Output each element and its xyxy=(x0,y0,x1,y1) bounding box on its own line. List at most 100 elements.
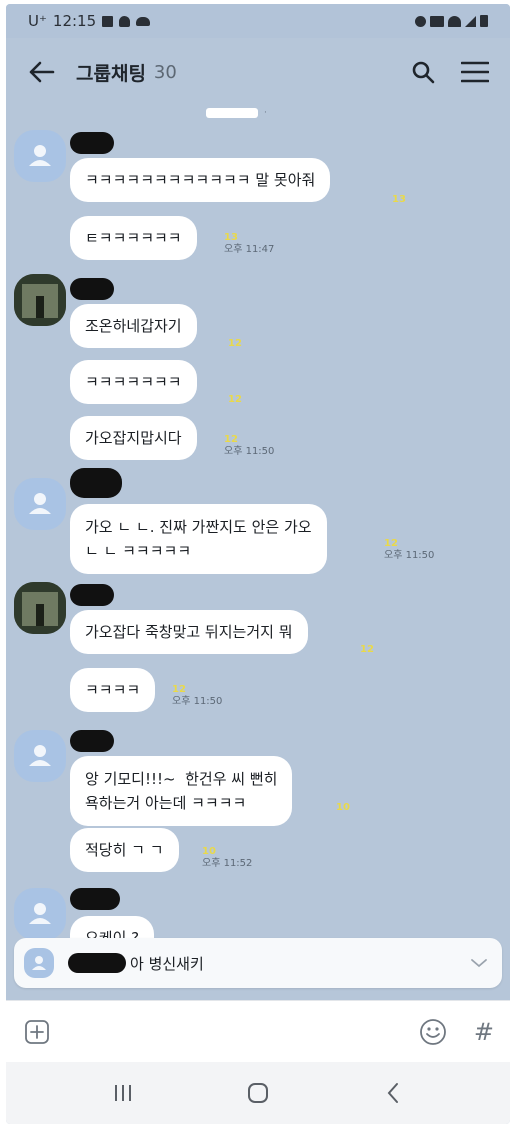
default-profile-icon xyxy=(29,145,51,166)
message-text: 가오잡다 죽창맞고 뒤지는거지 뭐 xyxy=(85,623,293,641)
hash-search-button[interactable]: # xyxy=(474,1018,494,1046)
message-text: ㅌㅋㅋㅋㅋㅋㅋ xyxy=(85,229,182,247)
phone-screen: U⁺ 12:15 그룹채팅 30 · ㅋㅋㅋㅋㅋㅋㅋㅋㅋㅋㅋㅋ 말 못아줘 13… xyxy=(6,4,510,1124)
message-bubble[interactable]: ㅋㅋㅋㅋㅋㅋㅋㅋㅋㅋㅋㅋ 말 못아줘 xyxy=(70,158,331,202)
add-attachment-button[interactable] xyxy=(22,1017,52,1047)
back-button[interactable] xyxy=(24,54,60,90)
recent-apps-button[interactable] xyxy=(103,1073,143,1113)
partial-bubble xyxy=(206,108,258,118)
header-actions xyxy=(406,55,492,89)
message-meta: 12 오후 11:50 xyxy=(224,434,274,458)
message-bubble[interactable]: ㅋㅋㅋㅋㅋㅋㅋ xyxy=(70,360,197,404)
message-bubble[interactable]: 가오 ㄴ ㄴ. 진짜 가짠지도 안은 가오 ㄴ ㄴ ㅋㅋㅋㅋㅋ xyxy=(70,504,327,574)
input-actions: # xyxy=(418,1017,494,1047)
avatar-photo[interactable] xyxy=(14,582,66,634)
chat-header: 그룹채팅 30 xyxy=(6,38,510,106)
message-bubble[interactable]: 가오잡지맙시다 xyxy=(70,416,197,460)
recent-apps-icon xyxy=(115,1085,132,1101)
mention-avatar xyxy=(24,948,54,978)
message-meta: 10 xyxy=(336,802,350,814)
sender-name-redacted xyxy=(70,468,122,498)
mention-sender-redacted xyxy=(68,953,126,973)
arrow-left-icon xyxy=(29,61,55,83)
emoji-button[interactable] xyxy=(418,1017,448,1047)
unread-count: 10 xyxy=(336,802,350,813)
message-meta: 13 오후 11:47 xyxy=(224,232,274,256)
chevron-down-icon xyxy=(471,959,487,968)
message-text: 적당히 ㄱ ㄱ xyxy=(85,841,164,859)
sender-name-redacted xyxy=(70,584,114,606)
mention-notification[interactable]: 아 병신새키 xyxy=(14,938,502,988)
home-button[interactable] xyxy=(238,1073,278,1113)
message-meta: 12 xyxy=(360,644,374,656)
status-bar: U⁺ 12:15 xyxy=(6,4,510,38)
search-icon xyxy=(412,61,435,84)
message-text: 조온하네갑자기 xyxy=(85,317,182,335)
mention-text: 아 병신새키 xyxy=(130,954,204,973)
avatar[interactable] xyxy=(14,478,66,530)
message-text: 가오 ㄴ ㄴ. 진짜 가짠지도 안은 가오 ㄴ ㄴ ㅋㅋㅋㅋㅋ xyxy=(85,518,312,560)
default-profile-icon xyxy=(29,745,51,766)
message-text: ㅋㅋㅋㅋㅋㅋㅋㅋㅋㅋㅋㅋ 말 못아줘 xyxy=(85,171,316,189)
message-meta: 12 xyxy=(228,394,242,406)
message-meta: 13 xyxy=(392,194,406,206)
gallery-icon xyxy=(102,15,114,27)
unread-count: 12 xyxy=(228,394,242,405)
message-text: 앙 기모디!!!~ 한건우 씨 뻔히 욕하는거 아는데 ㅋㅋㅋㅋ xyxy=(85,770,278,812)
message-bubble[interactable]: ㅋㅋㅋㅋ xyxy=(70,668,156,712)
partial-time-icon: · xyxy=(264,108,267,118)
member-count: 30 xyxy=(153,61,177,83)
avatar[interactable] xyxy=(14,730,66,782)
message-meta: 12 오후 11:50 xyxy=(384,538,434,562)
message-text: ㅋㅋㅋㅋㅋㅋㅋ xyxy=(85,373,182,391)
default-profile-icon xyxy=(32,956,46,970)
chevron-left-icon xyxy=(387,1083,398,1103)
chat-area[interactable]: · ㅋㅋㅋㅋㅋㅋㅋㅋㅋㅋㅋㅋ 말 못아줘 13 ㅌㅋㅋㅋㅋㅋㅋ 13 오후 11… xyxy=(6,106,510,1004)
message-bubble[interactable]: 가오잡다 죽창맞고 뒤지는거지 뭐 xyxy=(70,610,308,654)
system-back-button[interactable] xyxy=(373,1073,413,1113)
unread-count: 12 xyxy=(228,338,242,349)
message-bubble[interactable]: 조온하네갑자기 xyxy=(70,304,197,348)
signal-icon xyxy=(465,15,476,27)
status-left: U⁺ 12:15 xyxy=(28,12,151,30)
sender-name-redacted xyxy=(70,730,114,752)
message-meta: 10 오후 11:52 xyxy=(202,846,252,870)
smiley-icon xyxy=(419,1018,446,1045)
expand-button[interactable] xyxy=(466,950,492,976)
avatar-photo[interactable] xyxy=(14,274,66,326)
unread-count: 12 xyxy=(224,434,238,445)
menu-button[interactable] xyxy=(458,55,492,89)
message-time: 오후 11:47 xyxy=(224,244,275,255)
status-right xyxy=(415,15,488,27)
profile-photo-icon xyxy=(14,582,66,634)
sender-name-redacted xyxy=(70,278,114,300)
cloud-icon xyxy=(136,16,151,26)
unread-count: 12 xyxy=(172,684,186,695)
default-profile-icon xyxy=(29,493,51,514)
hamburger-icon xyxy=(461,61,489,83)
message-bubble[interactable]: ㅌㅋㅋㅋㅋㅋㅋ xyxy=(70,216,197,260)
message-bubble[interactable]: 앙 기모디!!!~ 한건우 씨 뻔히 욕하는거 아는데 ㅋㅋㅋㅋ xyxy=(70,756,293,826)
unread-count: 12 xyxy=(384,538,398,549)
message-time: 오후 11:52 xyxy=(202,858,253,869)
message-time: 오후 11:50 xyxy=(224,446,275,457)
message-bubble[interactable]: 적당히 ㄱ ㄱ xyxy=(70,828,179,872)
sender-name-redacted xyxy=(70,888,120,910)
message-text: ㅋㅋㅋㅋ xyxy=(85,681,141,699)
chat-title: 그룹채팅 xyxy=(76,62,146,85)
message-time: 오후 11:50 xyxy=(172,696,223,707)
avatar[interactable] xyxy=(14,888,66,940)
alarm-icon xyxy=(415,15,426,27)
avatar[interactable] xyxy=(14,130,66,182)
search-button[interactable] xyxy=(406,55,440,89)
message-text: 가오잡지맙시다 xyxy=(85,429,182,447)
status-time: 12:15 xyxy=(52,12,97,30)
message-time: 오후 11:50 xyxy=(384,550,435,561)
partial-message: · xyxy=(206,106,336,120)
unread-count: 13 xyxy=(224,232,238,243)
message-input-bar: # xyxy=(6,1000,510,1062)
battery-icon xyxy=(480,15,488,27)
download-icon xyxy=(119,15,131,27)
plus-square-icon xyxy=(25,1019,49,1044)
message-meta: 12 xyxy=(228,338,242,350)
